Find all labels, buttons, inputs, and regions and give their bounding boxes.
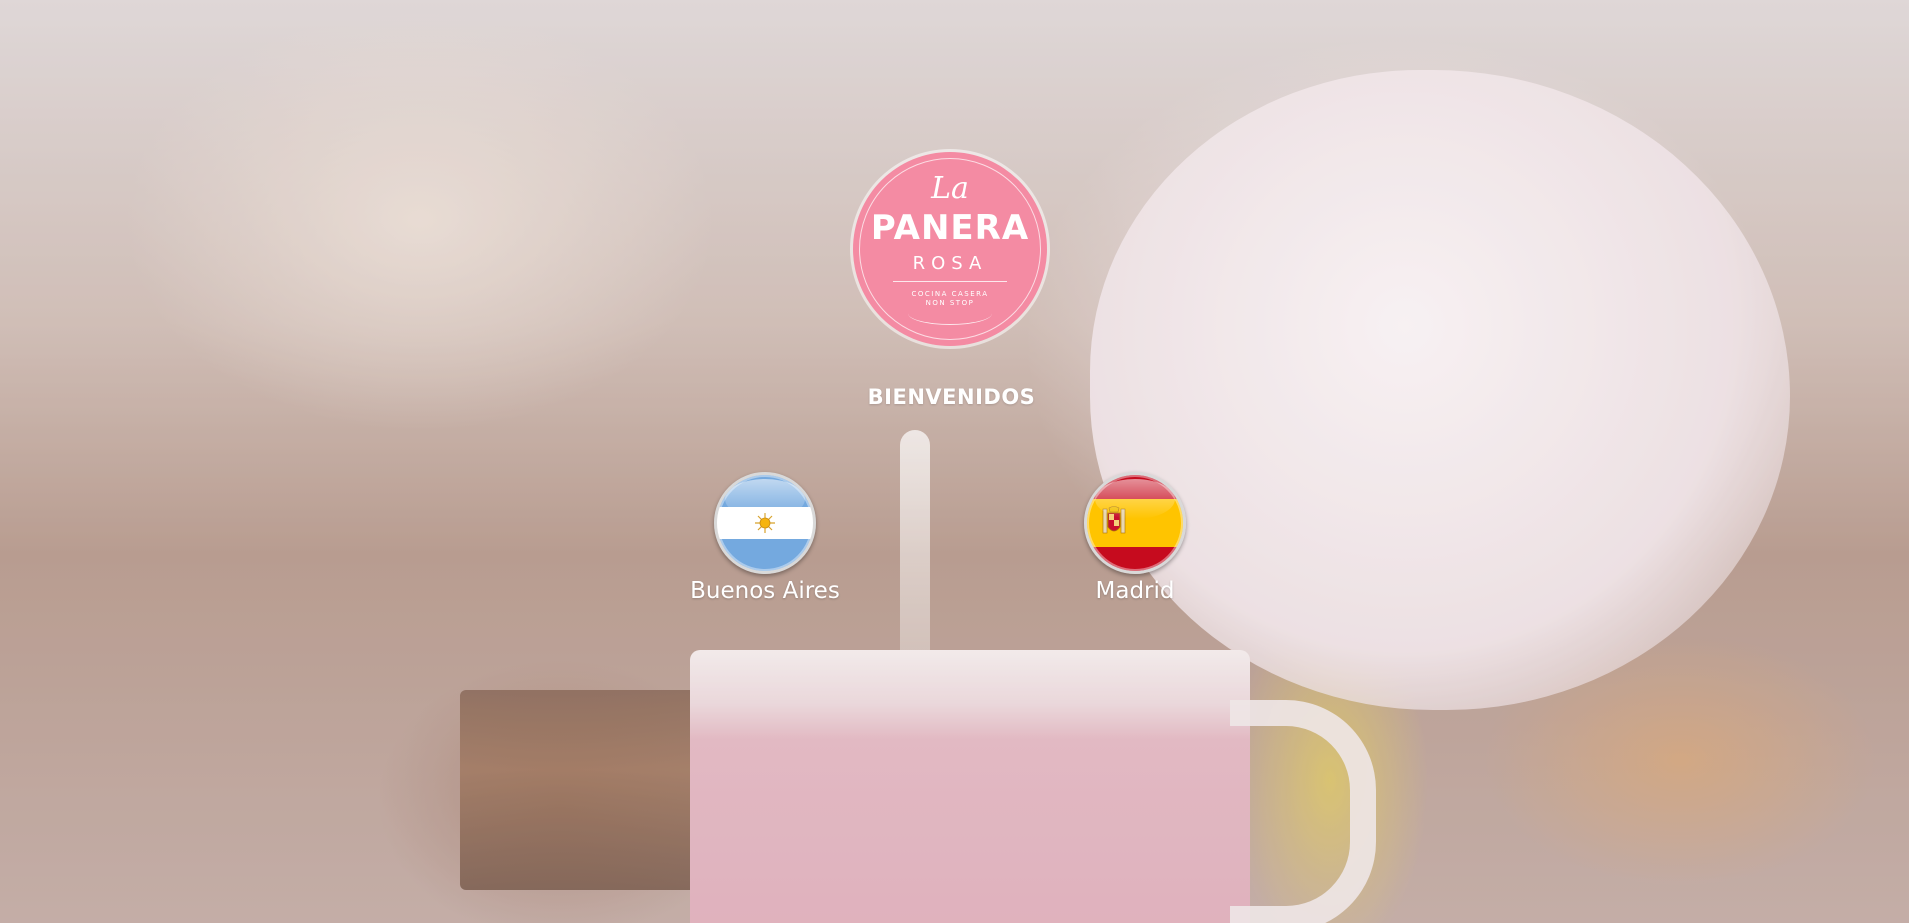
argentina-flag-icon[interactable] [714,472,816,574]
flag-gloss [725,479,805,519]
logo-arc [908,302,992,325]
landing-page: La PANERA ROSA COCINA CASERA NON STOP BI… [0,0,1909,923]
location-label[interactable]: Buenos Aires [665,578,865,604]
logo-divider [893,281,1007,282]
location-label[interactable]: Madrid [1035,578,1235,604]
location-link-buenos-aires[interactable]: Buenos Aires [665,472,865,604]
logo-la-text: La [931,171,969,206]
spain-flag-icon[interactable] [1084,472,1186,574]
main-content: La PANERA ROSA COCINA CASERA NON STOP BI… [0,0,1909,923]
welcome-heading: BIENVENIDOS [867,385,1036,409]
flag-gloss [1095,479,1175,519]
logo-rosa-text: ROSA [912,253,988,274]
logo-panera-text: PANERA [870,208,1030,248]
brand-logo: La PANERA ROSA COCINA CASERA NON STOP [853,152,1047,346]
location-link-madrid[interactable]: Madrid [1035,472,1235,604]
logo-tagline-line1: COCINA CASERA [911,290,989,298]
